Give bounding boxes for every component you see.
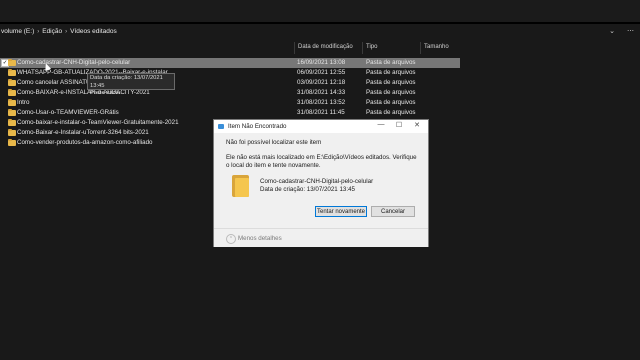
list-item[interactable]: Intro 31/08/2021 13:52 Pasta de arquivos [0,98,460,108]
dialog-footer: ⌃ Menos detalhes [214,228,428,247]
list-item[interactable]: WHATSAPP-GB-ATUALIZADO-2021--Baixar-e-in… [0,68,460,78]
column-header: Data de modificação Tipo Tamanho [0,42,640,55]
folder-icon [232,175,249,197]
file-name: Como-vender-produtos-da-amazon-como-afil… [17,139,153,146]
dialog-message-title: Não foi possível localizar este item [226,139,322,146]
file-name: Como-Baixar-e-Instalar-uTorrent-3264 bit… [17,129,149,136]
file-date: 16/09/2021 13:08 [297,59,346,66]
column-divider[interactable] [294,42,295,54]
folder-icon [8,98,16,106]
list-item[interactable]: ✓ Como-cadastrar-CNH-Digital-pelo-celula… [0,58,460,68]
file-date: 03/09/2021 12:18 [297,79,346,86]
folder-icon [8,128,16,136]
column-type[interactable]: Tipo [366,44,377,50]
file-name: Como-baixar-e-instalar-o-TeamViewer-Grat… [17,119,179,126]
file-name: Como-cadastrar-CNH-Digital-pelo-celular [17,59,131,66]
maximize-button[interactable]: ☐ [392,121,406,129]
chevron-down-icon[interactable]: ⌄ [609,28,615,35]
file-date: 06/09/2021 12:55 [297,69,346,76]
column-divider[interactable] [362,42,363,54]
chevron-up-icon[interactable]: ⌃ [226,234,236,244]
folder-icon [8,68,16,76]
folder-icon [8,88,16,96]
folder-icon [8,78,16,86]
close-button[interactable]: ✕ [410,121,424,129]
file-type: Pasta de arquivos [366,109,416,116]
folder-icon [8,138,16,146]
file-type: Pasta de arquivos [366,59,416,66]
column-divider[interactable] [420,42,421,54]
tooltip-line: Pasta vazia [90,90,120,96]
folder-icon [8,118,16,126]
less-details-link[interactable]: Menos detalhes [238,235,282,242]
tooltip: Data da criação: 13/07/2021 13:45 Pasta … [87,73,175,96]
file-date: 31/08/2021 14:33 [297,89,346,96]
breadcrumb-separator: › [37,29,40,35]
column-date[interactable]: Data de modificação [298,44,353,50]
file-date: 31/08/2021 13:52 [297,99,346,106]
dialog-message-body: Ele não está mais localizado em E:\Ediçã… [226,154,417,169]
file-date: 31/08/2021 11:45 [297,109,345,116]
dialog-file-date: Data de criação: 13/07/2021 13:45 [260,186,355,193]
breadcrumb: volume (E:) › Edição › Vídeos editados [1,28,117,35]
list-item[interactable]: Como-Usar-o-TEAMVIEWER-GRátis 31/08/2021… [0,108,460,118]
more-icon[interactable]: ⋯ [627,28,634,35]
breadcrumb-item-edicao[interactable]: Edição [42,28,62,35]
file-type: Pasta de arquivos [366,99,416,106]
folder-icon [8,108,16,116]
breadcrumb-separator: › [65,29,68,35]
folder-icon [8,58,16,66]
file-type: Pasta de arquivos [366,69,416,76]
file-type: Pasta de arquivos [366,79,416,86]
list-item[interactable]: Como cancelar ASSINATURA 03/09/2021 12:1… [0,78,460,88]
tooltip-line: Data da criação: 13/07/2021 13:45 [90,75,163,89]
breadcrumb-item-volume[interactable]: volume (E:) [1,28,34,35]
item-not-found-dialog: Item Não Encontrado — ☐ ✕ Não foi possív… [213,119,429,247]
dialog-title-bar[interactable]: Item Não Encontrado — ☐ ✕ [214,120,428,133]
address-actions: ⌄ ⋯ [599,27,634,35]
dialog-file-name: Como-cadastrar-CNH-Digital-pelo-celular [260,178,374,185]
column-size[interactable]: Tamanho [424,44,449,50]
list-item[interactable]: Como-BAIXAR-e-INSTALAR-o-AUDACITY-2021 3… [0,88,460,98]
retry-button[interactable]: Tentar novamente [315,206,367,217]
file-type: Pasta de arquivos [366,89,416,96]
breadcrumb-item-videos[interactable]: Vídeos editados [70,28,117,35]
file-name: Intro [17,99,30,106]
cancel-button[interactable]: Cancelar [371,206,415,217]
dialog-title: Item Não Encontrado [228,123,287,130]
app-icon [218,124,224,129]
address-bar[interactable]: volume (E:) › Edição › Vídeos editados ⌄ ⋯ [0,24,640,40]
title-bar [0,0,640,22]
minimize-button[interactable]: — [374,121,388,128]
file-name: Como-Usar-o-TEAMVIEWER-GRátis [17,109,119,116]
